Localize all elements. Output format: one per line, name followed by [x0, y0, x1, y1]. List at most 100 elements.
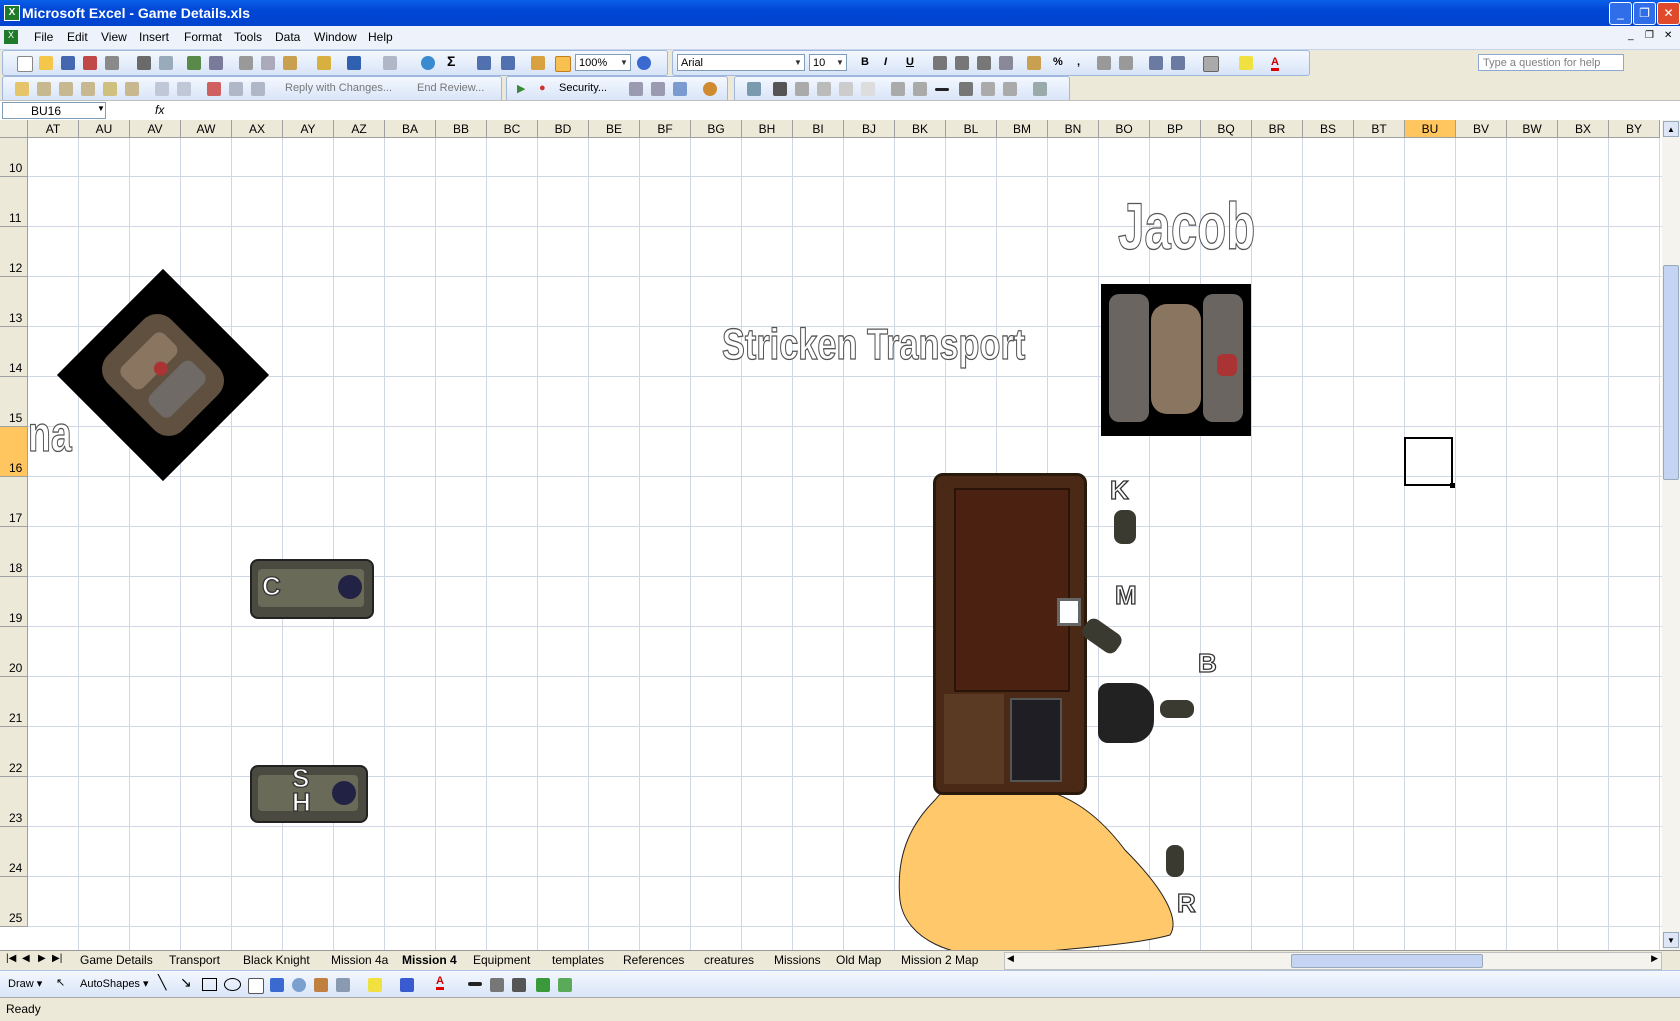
new-icon[interactable] [17, 56, 33, 72]
column-header[interactable]: BY [1609, 120, 1660, 138]
format-picture-icon[interactable] [1003, 82, 1017, 96]
record-macro-icon[interactable]: ● [539, 82, 546, 94]
align-center-icon[interactable] [955, 56, 969, 70]
help-icon[interactable] [637, 56, 651, 70]
text-wrapping-icon[interactable] [981, 82, 995, 96]
column-header[interactable]: BN [1048, 120, 1099, 138]
menu-data[interactable]: Data [275, 30, 300, 44]
workbook-icon[interactable]: X [4, 30, 18, 44]
first-sheet-icon[interactable]: |◀ [6, 953, 16, 964]
column-header[interactable]: BJ [844, 120, 895, 138]
decrease-decimal-icon[interactable] [1119, 56, 1133, 70]
insert-picture-icon[interactable] [747, 82, 761, 96]
merge-center-icon[interactable] [999, 56, 1013, 70]
menu-file[interactable]: File [34, 30, 53, 44]
spelling-icon[interactable] [187, 56, 201, 70]
stricken-transport-image[interactable] [933, 473, 1087, 795]
print-preview-icon[interactable] [159, 56, 173, 70]
doc-close-button[interactable]: ✕ [1664, 30, 1672, 41]
sheet-tab-black-knight[interactable]: Black Knight [243, 953, 310, 967]
delete-comment-icon[interactable] [125, 82, 139, 96]
horizontal-scrollbar[interactable]: ◀ ▶ [1004, 952, 1662, 970]
permission-icon[interactable] [83, 56, 97, 70]
column-header[interactable]: BL [946, 120, 997, 138]
column-header[interactable]: AZ [334, 120, 385, 138]
row-header[interactable]: 18 [0, 527, 28, 577]
help-search-input[interactable]: Type a question for help [1478, 54, 1624, 71]
column-header[interactable]: BV [1456, 120, 1507, 138]
column-header[interactable]: BX [1558, 120, 1609, 138]
vehicle-c-image[interactable]: C [250, 559, 374, 619]
dark-crate-shape[interactable] [1098, 683, 1154, 743]
fill-handle[interactable] [1450, 483, 1455, 488]
compress-picture-icon[interactable] [959, 82, 973, 96]
column-header[interactable]: AU [79, 120, 130, 138]
diagram-icon[interactable] [292, 978, 306, 992]
text-box-icon[interactable] [248, 978, 264, 994]
hatch-marker[interactable] [1057, 598, 1081, 626]
decrease-indent-icon[interactable] [1149, 56, 1163, 70]
row-header[interactable]: 21 [0, 677, 28, 727]
column-header[interactable]: BW [1507, 120, 1558, 138]
more-contrast-icon[interactable] [795, 82, 809, 96]
row-header[interactable]: 10 [0, 138, 28, 177]
column-header[interactable]: BU [1405, 120, 1456, 138]
percent-icon[interactable]: % [1053, 56, 1063, 68]
update-file-icon[interactable] [229, 82, 243, 96]
autosum-icon[interactable]: Σ [447, 53, 455, 69]
column-header[interactable]: AX [232, 120, 283, 138]
sheet-tab-mission-4a[interactable]: Mission 4a [331, 953, 388, 967]
menu-insert[interactable]: Insert [139, 30, 169, 44]
run-macro-icon[interactable]: ▶ [517, 82, 525, 95]
active-cell-selection[interactable] [1404, 437, 1455, 488]
last-sheet-icon[interactable]: ▶| [52, 953, 62, 964]
fx-icon[interactable]: fx [155, 103, 164, 117]
row-header[interactable]: 11 [0, 177, 28, 227]
column-header[interactable]: BH [742, 120, 793, 138]
undo-icon[interactable] [347, 56, 361, 70]
zoom-select[interactable]: 100% ▼ [575, 54, 631, 71]
row-header[interactable]: 20 [0, 627, 28, 677]
reviewing-pane-icon[interactable] [207, 82, 221, 96]
row-header[interactable]: 13 [0, 277, 28, 327]
scroll-down-icon[interactable]: ▼ [1663, 932, 1679, 948]
underline-button[interactable]: U [906, 56, 914, 68]
minimize-button[interactable]: _ [1609, 2, 1632, 25]
formula-input[interactable] [174, 103, 1664, 119]
menu-format[interactable]: Format [184, 30, 222, 44]
unit-m-label[interactable]: M [1114, 579, 1137, 611]
scroll-right-icon[interactable]: ▶ [1651, 953, 1658, 964]
row-header[interactable]: 15 [0, 377, 28, 427]
scroll-up-icon[interactable]: ▲ [1663, 121, 1679, 137]
3d-style-icon[interactable] [558, 978, 572, 992]
jacob-title[interactable]: Jacob [1118, 188, 1256, 264]
row-header[interactable]: 14 [0, 327, 28, 377]
menu-tools[interactable]: Tools [234, 30, 262, 44]
menu-window[interactable]: Window [314, 30, 357, 44]
line-style-draw-icon[interactable] [468, 982, 482, 986]
comma-style-icon[interactable]: , [1077, 56, 1080, 68]
row-header[interactable]: 22 [0, 727, 28, 777]
column-header[interactable]: BQ [1201, 120, 1252, 138]
save-icon[interactable] [61, 56, 75, 70]
sheet-tab-transport[interactable]: Transport [169, 953, 220, 967]
column-header[interactable]: BK [895, 120, 946, 138]
partial-name-label[interactable]: na [28, 405, 73, 463]
less-brightness-icon[interactable] [861, 82, 875, 96]
increase-decimal-icon[interactable] [1097, 56, 1111, 70]
column-header[interactable]: AT [28, 120, 79, 138]
next-sheet-icon[interactable]: ▶ [38, 953, 46, 964]
row-header[interactable]: 24 [0, 827, 28, 877]
spaceship-left-image[interactable] [56, 268, 270, 482]
sheet-tab-mission-2-map[interactable]: Mission 2 Map [901, 953, 978, 967]
align-right-icon[interactable] [977, 56, 991, 70]
column-header[interactable]: BE [589, 120, 640, 138]
column-header[interactable]: BB [436, 120, 487, 138]
column-header[interactable]: BM [997, 120, 1048, 138]
format-painter-icon[interactable] [317, 56, 331, 70]
reset-picture-icon[interactable] [1033, 82, 1047, 96]
column-header[interactable]: BP [1150, 120, 1201, 138]
less-contrast-icon[interactable] [817, 82, 831, 96]
end-review-button[interactable]: End Review... [417, 82, 484, 94]
name-box[interactable]: BU16 [2, 102, 106, 119]
